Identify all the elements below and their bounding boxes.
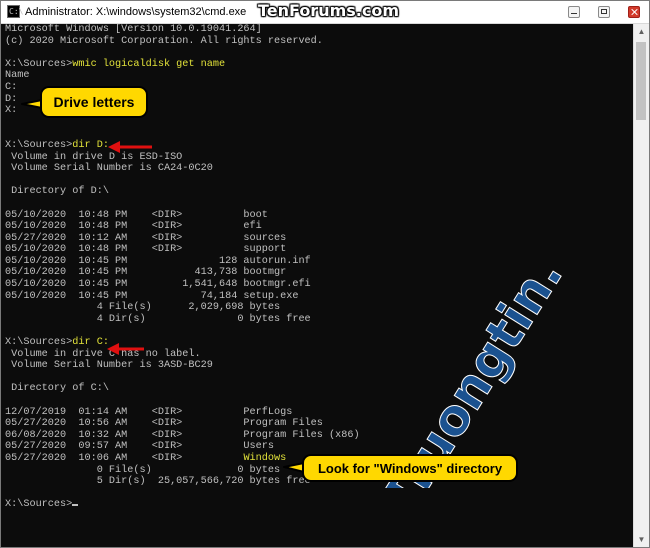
console-text: 05/10/2020 10:45 PM 1,541,648 bootmgr.ef… <box>5 279 311 291</box>
console-prompt: X:\Sources> <box>5 139 73 151</box>
console-text: 05/27/2020 09:57 AM <DIR> Users <box>5 441 274 453</box>
console-command: dir C: <box>72 337 109 349</box>
console-text: Name <box>5 70 30 82</box>
console-line: Volume in drive C has no label. <box>5 349 631 361</box>
console-line: 05/27/2020 10:56 AM <DIR> Program Files <box>5 418 631 430</box>
console-command: Windows <box>243 452 287 464</box>
console-text: 4 Dir(s) 0 bytes free <box>5 313 311 325</box>
console-text: 12/07/2019 01:14 AM <DIR> PerfLogs <box>5 406 293 418</box>
console-text: 05/10/2020 10:48 PM <DIR> support <box>5 244 287 256</box>
console-text: Volume Serial Number is CA24-0C20 <box>5 163 213 175</box>
console-line: Microsoft Windows [Version 10.0.19041.26… <box>5 24 631 36</box>
console-text: 05/10/2020 10:45 PM 74,184 setup.exe <box>5 290 299 302</box>
console-line: Directory of D:\ <box>5 186 631 198</box>
scroll-thumb[interactable] <box>636 42 646 120</box>
console-text: Volume Serial Number is 3ASD-BC29 <box>5 360 213 372</box>
maximize-icon <box>598 6 610 18</box>
console-text: Directory of C:\ <box>5 383 109 395</box>
console-text: Directory of D:\ <box>5 186 109 198</box>
console-line: X:\Sources> <box>5 499 631 511</box>
console-line: 05/10/2020 10:45 PM 128 autorun.inf <box>5 256 631 268</box>
scroll-down-arrow-icon[interactable]: ▼ <box>634 532 649 547</box>
console-line: 05/27/2020 10:12 AM <DIR> sources <box>5 233 631 245</box>
console-text: Volume in drive D is ESD-ISO <box>5 151 183 163</box>
console-line: 4 Dir(s) 0 bytes free <box>5 314 631 326</box>
vertical-scrollbar[interactable]: ▲ ▼ <box>633 24 649 547</box>
console-text: 05/10/2020 10:45 PM 128 autorun.inf <box>5 255 311 267</box>
callout-drive-letters-text: Drive letters <box>53 94 135 110</box>
console-text: 4 File(s) 2,029,698 bytes <box>5 302 281 314</box>
console-line: Directory of C:\ <box>5 383 631 395</box>
console-prompt: X:\Sources> <box>5 58 73 70</box>
console-line: 4 File(s) 2,029,698 bytes <box>5 302 631 314</box>
console-text: 5 Dir(s) 25,057,566,720 bytes free <box>5 476 311 488</box>
console-text: Volume in drive C has no label. <box>5 348 201 360</box>
console-text: 0 File(s) 0 bytes <box>5 464 281 476</box>
scroll-up-arrow-icon[interactable]: ▲ <box>634 24 649 39</box>
console-line: X:\Sources>wmic logicaldisk get name <box>5 59 631 71</box>
console-prompt: X:\Sources> <box>5 499 73 511</box>
console-line: Volume Serial Number is CA24-0C20 <box>5 163 631 175</box>
console-text: C: <box>5 81 18 93</box>
maximize-button[interactable] <box>589 1 619 23</box>
console-text: 05/10/2020 10:45 PM 413,738 bootmgr <box>5 267 287 279</box>
console-line: (c) 2020 Microsoft Corporation. All righ… <box>5 36 631 48</box>
console-line: 05/10/2020 10:48 PM <DIR> support <box>5 244 631 256</box>
console-line: 05/10/2020 10:45 PM 413,738 bootmgr <box>5 267 631 279</box>
console-text: 05/10/2020 10:48 PM <DIR> boot <box>5 209 268 221</box>
console-command: dir D: <box>72 139 109 151</box>
close-button[interactable] <box>619 1 649 23</box>
console-line: 05/10/2020 10:45 PM 74,184 setup.exe <box>5 291 631 303</box>
console-line: X:\Sources>dir C: <box>5 337 631 349</box>
console-text: (c) 2020 Microsoft Corporation. All righ… <box>5 35 323 47</box>
console-line: Volume in drive D is ESD-ISO <box>5 152 631 164</box>
console-text: 05/10/2020 10:48 PM <DIR> efi <box>5 221 262 233</box>
window-title: Administrator: X:\windows\system32\cmd.e… <box>25 6 247 18</box>
minimize-icon <box>568 6 580 18</box>
console-line: Volume Serial Number is 3ASD-BC29 <box>5 360 631 372</box>
cmd-icon-label: C:\ <box>9 7 24 16</box>
callout-drive-letters: Drive letters <box>40 86 148 118</box>
callout-look-for-windows: Look for "Windows" directory <box>302 454 518 482</box>
console-text: 05/27/2020 10:12 AM <DIR> sources <box>5 232 287 244</box>
console-prompt: 05/27/2020 10:06 AM <DIR> <box>5 452 244 464</box>
console-line: 05/10/2020 10:45 PM 1,541,648 bootmgr.ef… <box>5 279 631 291</box>
console-line: 05/27/2020 09:57 AM <DIR> Users <box>5 441 631 453</box>
close-icon <box>628 6 640 18</box>
console-line: 05/10/2020 10:48 PM <DIR> efi <box>5 221 631 233</box>
console-prompt: X:\Sources> <box>5 337 73 349</box>
console-line: Name <box>5 70 631 82</box>
console-text: Microsoft Windows [Version 10.0.19041.26… <box>5 24 262 35</box>
console-line: X:\Sources>dir D: <box>5 140 631 152</box>
console-line: 06/08/2020 10:32 AM <DIR> Program Files … <box>5 430 631 442</box>
console-line: 12/07/2019 01:14 AM <DIR> PerfLogs <box>5 407 631 419</box>
console-text: X: <box>5 105 18 117</box>
text-cursor <box>72 504 79 507</box>
console-text: 05/27/2020 10:56 AM <DIR> Program Files <box>5 418 323 430</box>
cmd-icon[interactable]: C:\ <box>7 5 24 18</box>
callout-look-for-windows-text: Look for "Windows" directory <box>317 460 503 476</box>
minimize-button[interactable] <box>559 1 589 23</box>
console-text: D: <box>5 93 18 105</box>
console-line: 05/10/2020 10:48 PM <DIR> boot <box>5 210 631 222</box>
console-text: 06/08/2020 10:32 AM <DIR> Program Files … <box>5 429 360 441</box>
console-command: wmic logicaldisk get name <box>72 58 226 70</box>
watermark-tenforums: TenForums.com <box>258 1 400 20</box>
